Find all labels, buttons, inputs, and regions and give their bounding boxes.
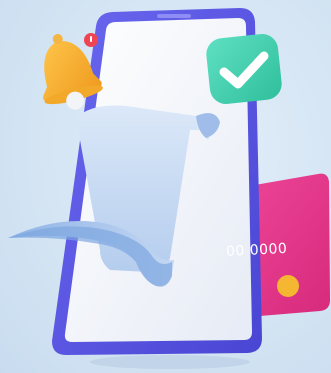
illustration-canvas — [8, 8, 330, 369]
check-badge — [206, 34, 282, 104]
card-number-text: 00 0000 — [225, 240, 288, 260]
phone-speaker — [157, 14, 191, 18]
card-chip-icon — [277, 275, 299, 297]
payment-illustration: 00 0000 — [0, 0, 331, 373]
